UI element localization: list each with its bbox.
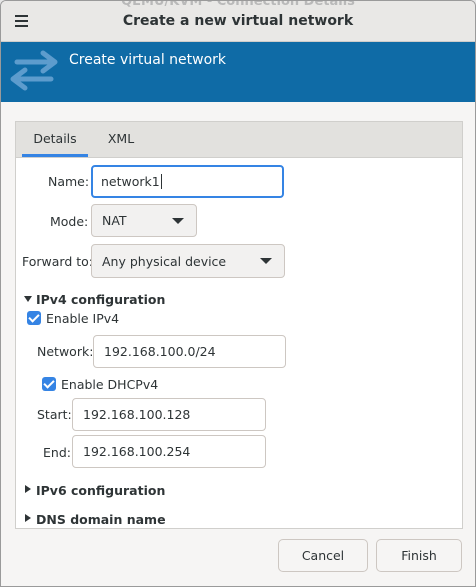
- tab-bar: Details XML: [16, 122, 462, 158]
- enable-ipv4-label[interactable]: Enable IPv4: [46, 311, 119, 326]
- finish-button[interactable]: Finish: [376, 539, 462, 572]
- chevron-down-icon: [172, 217, 184, 224]
- cancel-button[interactable]: Cancel: [278, 539, 368, 572]
- forward-dropdown[interactable]: Any physical device: [91, 244, 285, 278]
- title-bar: QEMU/KVM - Connection Details Create a n…: [1, 1, 475, 42]
- dhcp-end-value: 192.168.100.254: [83, 444, 191, 459]
- forward-label: Forward to:: [22, 254, 94, 269]
- banner-title: Create virtual network: [69, 52, 227, 68]
- enable-ipv4-checkbox[interactable]: [27, 311, 41, 325]
- dhcp-end-field[interactable]: 192.168.100.254: [72, 435, 266, 468]
- background-window-title: QEMU/KVM - Connection Details: [121, 0, 355, 9]
- ipv4-section-label: IPv4 configuration: [36, 292, 166, 307]
- start-label: Start:: [37, 407, 72, 422]
- network-arrows-icon: [10, 50, 58, 91]
- dns-expander[interactable]: DNS domain name: [24, 512, 166, 527]
- network-label: Network:: [37, 344, 94, 359]
- dhcp-start-value: 192.168.100.128: [83, 407, 191, 422]
- header-banner: Create virtual network: [1, 42, 475, 102]
- mode-value: NAT: [102, 213, 127, 228]
- chevron-down-icon: [260, 258, 272, 264]
- window-title: Create a new virtual network: [122, 13, 354, 29]
- dns-section-label: DNS domain name: [36, 512, 166, 527]
- mode-label: Mode:: [50, 214, 89, 229]
- enable-dhcpv4-label[interactable]: Enable DHCPv4: [61, 377, 158, 392]
- dialog-window: QEMU/KVM - Connection Details Create a n…: [0, 0, 476, 587]
- ipv6-expander[interactable]: IPv6 configuration: [24, 483, 165, 498]
- ipv4-expander[interactable]: IPv4 configuration: [24, 292, 165, 307]
- tab-details[interactable]: Details: [22, 122, 88, 157]
- notebook: Details XML Name: network1 Mode: NAT For…: [15, 121, 463, 529]
- text-cursor: [160, 174, 162, 189]
- dhcp-start-field[interactable]: 192.168.100.128: [72, 398, 266, 431]
- name-value: network1: [101, 174, 160, 189]
- name-label: Name:: [48, 174, 90, 189]
- mode-dropdown[interactable]: NAT: [91, 204, 197, 237]
- end-label: End:: [43, 445, 71, 460]
- network-value: 192.168.100.0/24: [104, 344, 216, 359]
- network-field[interactable]: 192.168.100.0/24: [93, 335, 286, 368]
- forward-value: Any physical device: [102, 253, 227, 269]
- ipv6-section-label: IPv6 configuration: [36, 483, 166, 498]
- enable-dhcpv4-checkbox[interactable]: [42, 377, 56, 391]
- name-field[interactable]: network1: [91, 165, 284, 198]
- tab-xml[interactable]: XML: [98, 122, 144, 157]
- expander-closed-icon: [25, 485, 31, 493]
- expander-open-icon: [24, 296, 32, 302]
- expander-closed-icon: [25, 514, 31, 522]
